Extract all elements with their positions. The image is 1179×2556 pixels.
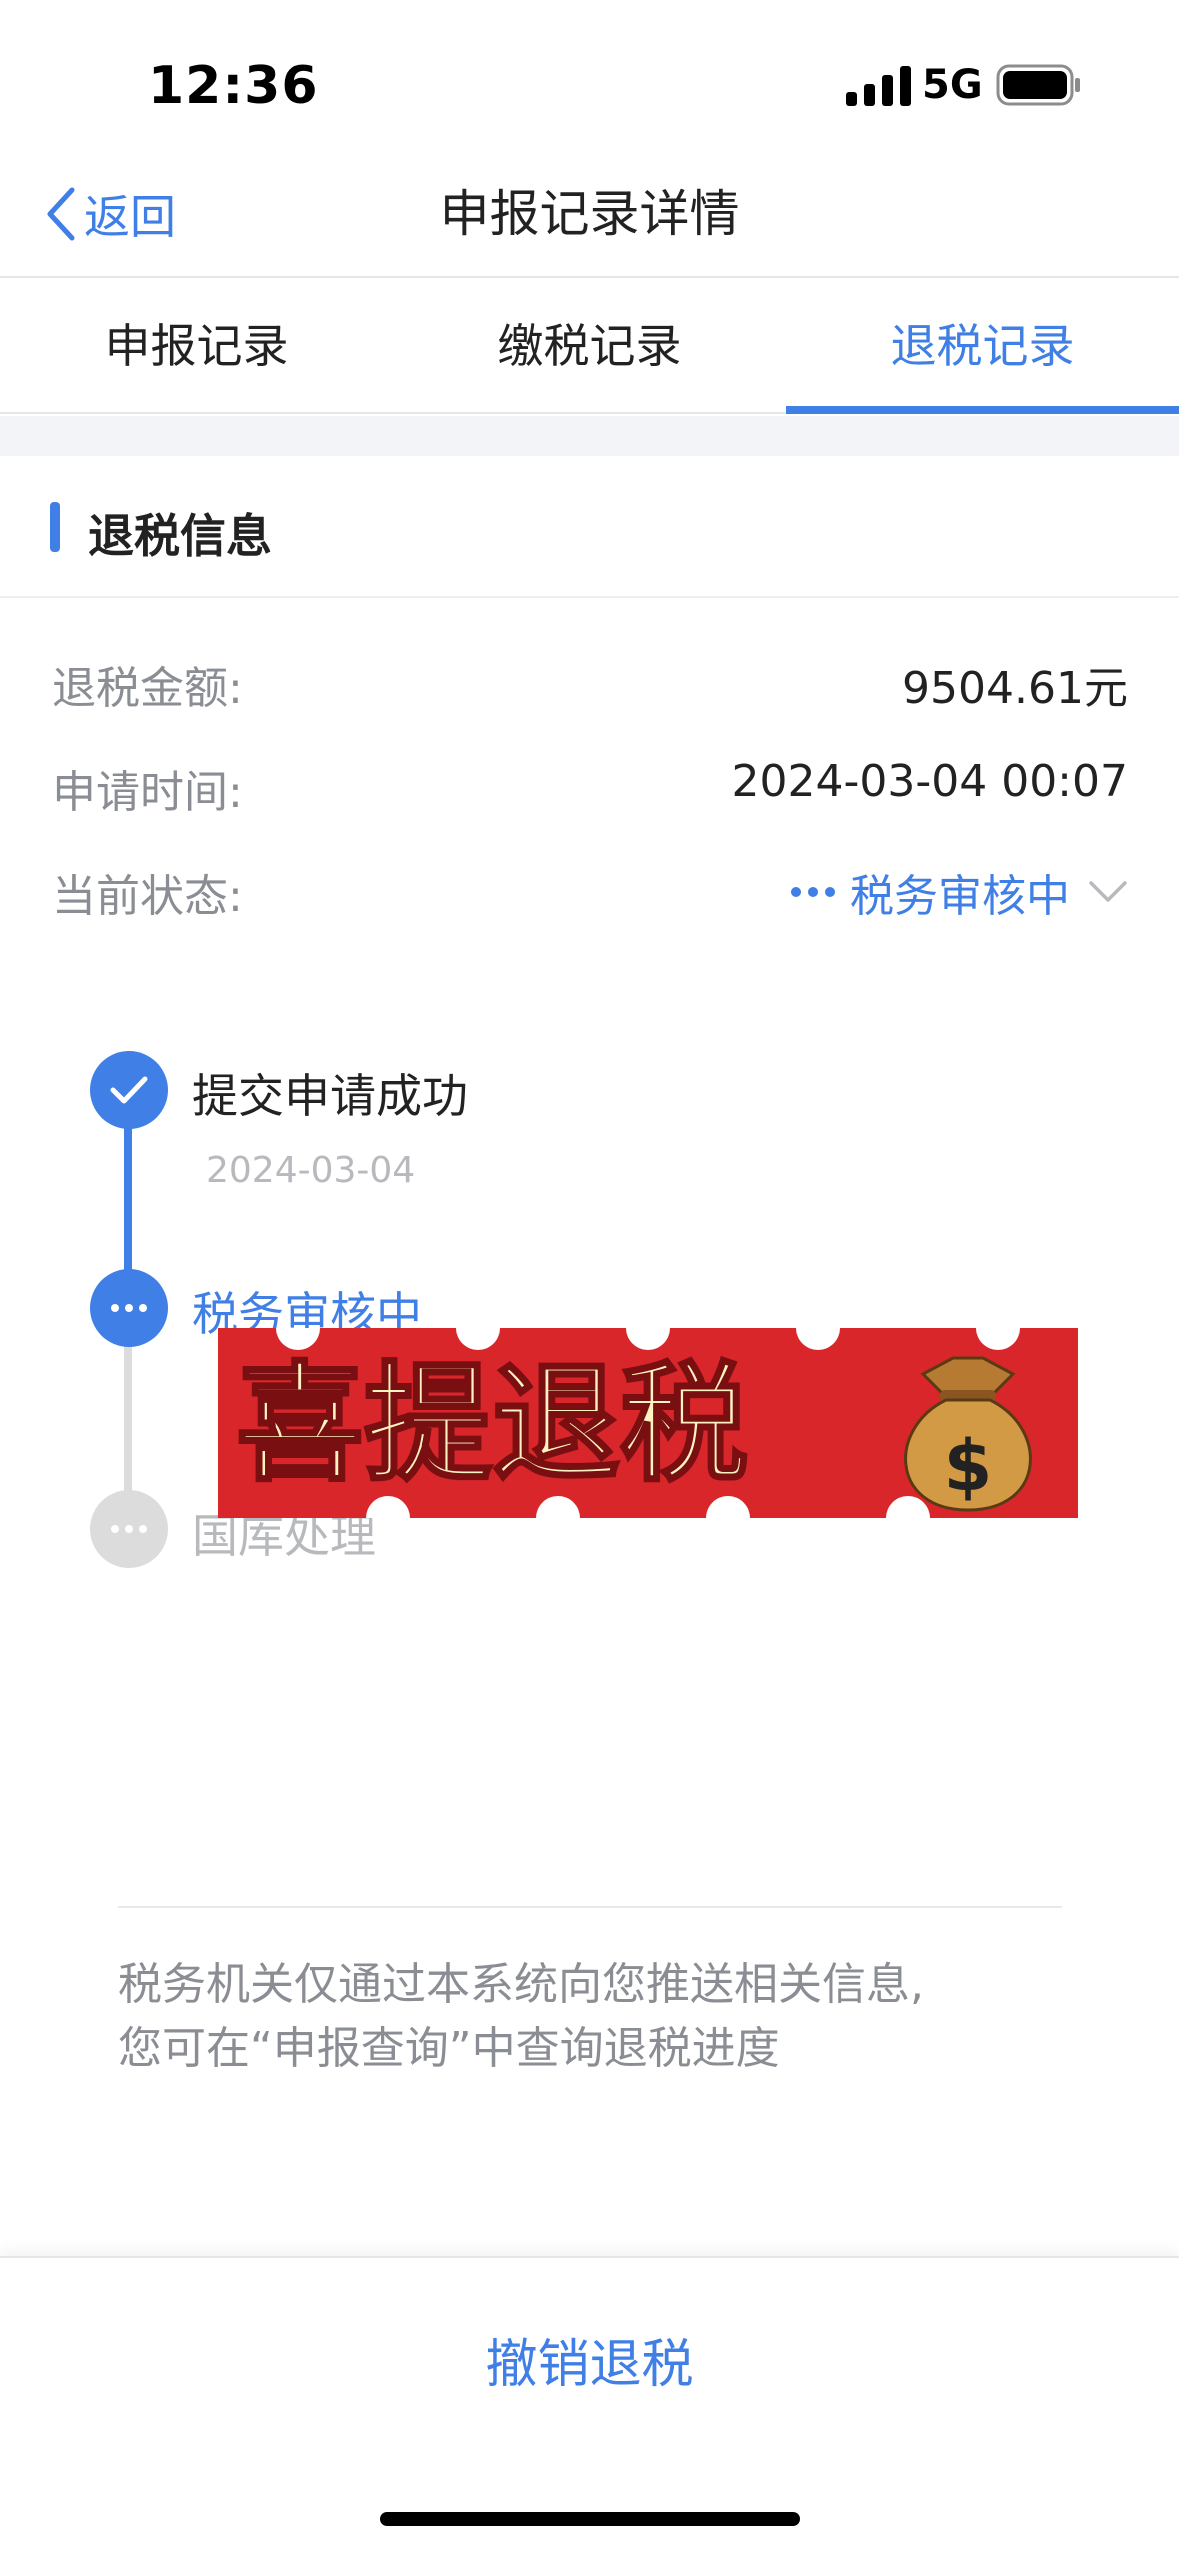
apply-time-label: 申请时间: (52, 767, 243, 818)
step-current-node (90, 1269, 168, 1347)
celebration-sticker: 喜提退税 $ (218, 1328, 1078, 1518)
active-tab-indicator (786, 406, 1179, 414)
check-icon (110, 1076, 148, 1104)
tab-bar: 申报记录 缴税记录 退税记录 (0, 278, 1179, 414)
signal-icon (846, 66, 911, 106)
more-dots-icon (111, 1304, 147, 1312)
apply-time-value: 2024-03-04 00:07 (731, 756, 1129, 807)
step-pending-node (90, 1490, 168, 1568)
section-accent-bar (50, 502, 60, 552)
page-title: 申报记录详情 (439, 185, 740, 243)
step-submit-title: 提交申请成功 (192, 1069, 468, 1123)
battery-icon (996, 64, 1080, 106)
current-status-value: 税务审核中 (850, 871, 1070, 922)
current-status-row: 当前状态: 税务审核中 (52, 860, 1128, 930)
refund-amount-value: 9504.61元 (902, 663, 1128, 714)
step-done-node (90, 1051, 168, 1129)
cancel-refund-button[interactable]: 撤销退税 (0, 2322, 1179, 2397)
section-title: 退税信息 (88, 509, 272, 563)
tab-declaration-records[interactable]: 申报记录 (0, 278, 393, 414)
sticker-text: 喜提退税 (236, 1349, 748, 1499)
current-status-label: 当前状态: (52, 871, 243, 922)
current-status-toggle[interactable]: 税务审核中 (790, 860, 1128, 924)
tab-refund-records[interactable]: 退税记录 (786, 278, 1179, 414)
tab-payment-records[interactable]: 缴税记录 (393, 278, 786, 414)
refund-amount-row: 退税金额: 9504.61元 (52, 652, 1128, 722)
note-line-2: 您可在“申报查询”中查询退税进度 (118, 2023, 780, 2074)
more-dots-icon (791, 887, 835, 897)
home-indicator[interactable] (380, 2512, 800, 2526)
refund-amount-label: 退税金额: (52, 663, 243, 714)
bottom-action-bar: 撤销退税 (0, 2256, 1179, 2556)
network-label: 5G (922, 62, 983, 108)
section-header: 退税信息 (0, 456, 1179, 598)
section-spacer (0, 416, 1179, 456)
status-bar: 12:36 5G (0, 0, 1179, 150)
more-dots-icon (111, 1525, 147, 1533)
refund-detail-page: 12:36 5G 返回 申报记录详情 申报记录 缴税记录 退税记录 退税信息 退… (0, 0, 1179, 2556)
step-submit-date: 2024-03-04 (206, 1150, 416, 1191)
svg-text:$: $ (944, 1425, 993, 1507)
status-time: 12:36 (148, 56, 319, 116)
note-line-1: 税务机关仅通过本系统向您推送相关信息, (118, 1959, 924, 2010)
nav-bar: 返回 申报记录详情 (0, 150, 1179, 278)
chevron-down-icon (1089, 881, 1127, 902)
note-divider (118, 1906, 1062, 1908)
apply-time-row: 申请时间: 2024-03-04 00:07 (52, 756, 1128, 826)
